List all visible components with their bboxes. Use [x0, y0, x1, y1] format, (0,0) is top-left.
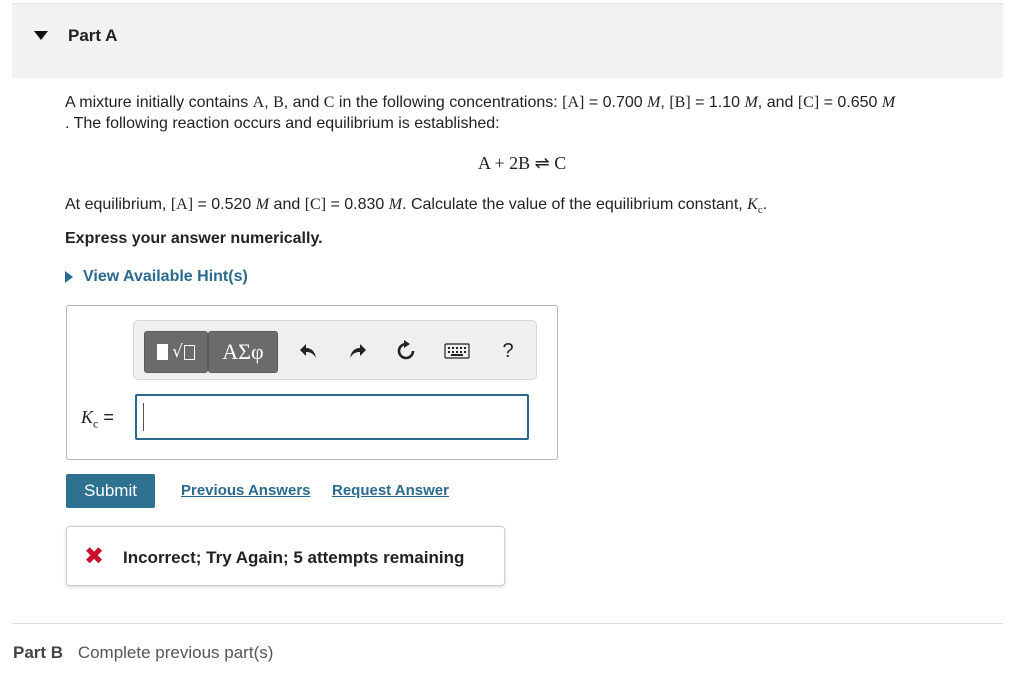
undo-icon[interactable]	[294, 337, 322, 365]
math-toolbar: √ ΑΣφ ?	[133, 320, 537, 380]
reset-icon[interactable]	[392, 337, 420, 365]
part-a-header[interactable]: Part A	[12, 3, 1003, 78]
answer-instruction: Express your answer numerically.	[65, 230, 323, 247]
previous-answers-link[interactable]: Previous Answers	[181, 482, 311, 499]
part-b-header[interactable]: Part B Complete previous part(s)	[13, 643, 273, 663]
answer-input[interactable]	[135, 394, 529, 440]
caret-down-icon[interactable]	[34, 31, 48, 40]
text-cursor	[143, 403, 144, 431]
view-hints-link[interactable]: View Available Hint(s)	[65, 268, 248, 286]
feedback-message: Incorrect; Try Again; 5 attempts remaini…	[123, 548, 465, 567]
incorrect-x-icon: ✖	[84, 542, 105, 570]
part-a-title: Part A	[68, 26, 118, 45]
redo-icon[interactable]	[344, 337, 372, 365]
greek-symbols-button[interactable]: ΑΣφ	[208, 331, 278, 373]
triangle-right-icon	[65, 271, 73, 283]
keyboard-icon[interactable]	[443, 337, 471, 365]
part-b-title: Part B	[13, 643, 64, 662]
feedback-box: ✖ Incorrect; Try Again; 5 attempts remai…	[66, 526, 505, 586]
answer-box: √ ΑΣφ ? Kc =	[66, 305, 558, 460]
box-icon	[183, 344, 195, 360]
help-icon[interactable]: ?	[494, 337, 522, 365]
reaction-equation: A + 2B ⇌ C	[478, 153, 567, 173]
problem-statement-line-1: A mixture initially contains A, B, and C…	[65, 94, 896, 111]
problem-statement-line-2: . The following reaction occurs and equi…	[65, 115, 500, 132]
request-answer-link[interactable]: Request Answer	[332, 482, 449, 499]
divider	[12, 623, 1003, 624]
submit-button[interactable]: Submit	[66, 474, 155, 508]
kc-label: Kc =	[81, 407, 114, 431]
radical-icon: √	[172, 342, 183, 362]
templates-icon	[157, 344, 169, 360]
part-b-status: Complete previous part(s)	[77, 643, 274, 662]
equilibrium-statement: At equilibrium, [A] = 0.520 M and [C] = …	[65, 196, 768, 217]
templates-button[interactable]: √	[144, 331, 208, 373]
view-hints-label: View Available Hint(s)	[83, 268, 248, 285]
